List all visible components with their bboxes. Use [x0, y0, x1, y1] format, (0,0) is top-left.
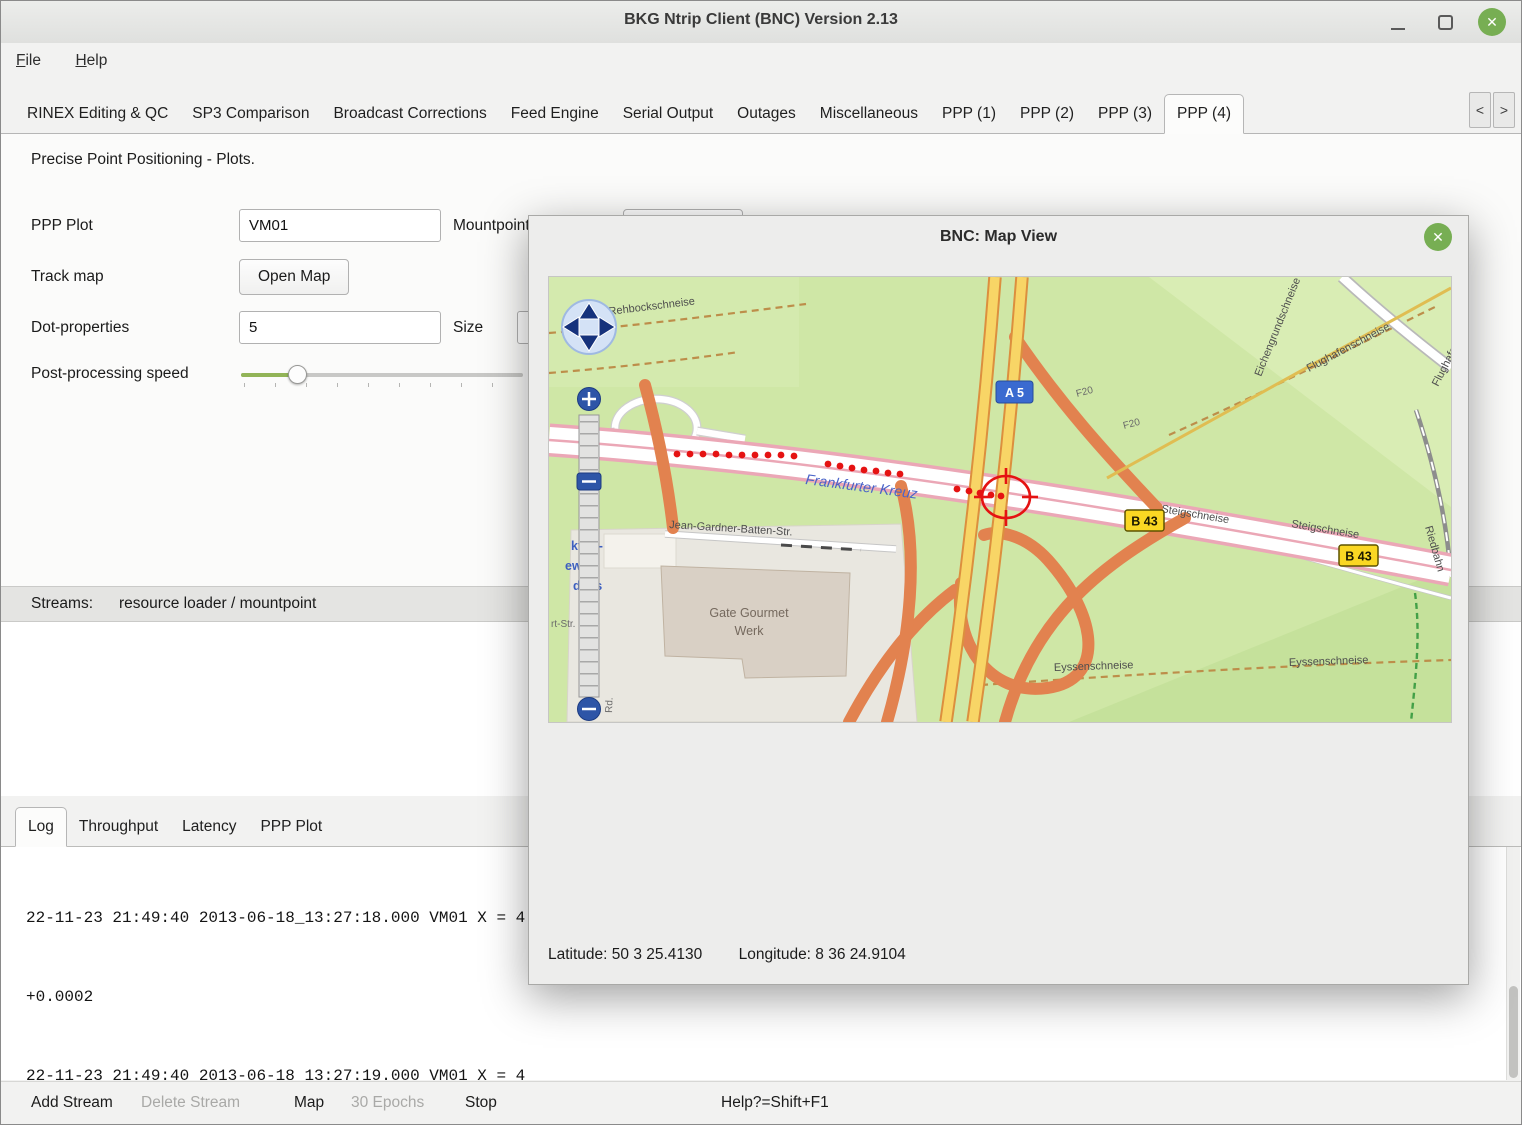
close-button[interactable]: ✕ — [1478, 8, 1506, 36]
open-map-button[interactable]: Open Map — [239, 259, 349, 295]
tab-ppp-1[interactable]: PPP (1) — [930, 95, 1008, 133]
tab-sp3-comparison[interactable]: SP3 Comparison — [180, 95, 321, 133]
tab-ppp-2[interactable]: PPP (2) — [1008, 95, 1086, 133]
stop-button[interactable]: Stop — [465, 1094, 497, 1112]
map-canvas[interactable]: Frankfurter Kreuz Jean-Gardner-Batten-St… — [548, 276, 1452, 723]
svg-text:A 5: A 5 — [1005, 386, 1024, 400]
longitude-readout: Longitude: 8 36 24.9104 — [739, 946, 906, 963]
titlebar: BKG Ntrip Client (BNC) Version 2.13 ✕ — [1, 1, 1521, 44]
tab-outages[interactable]: Outages — [725, 95, 808, 133]
badge-b43-2: B 43 — [1339, 545, 1378, 566]
tab-serial-output[interactable]: Serial Output — [611, 95, 725, 133]
window-title: BKG Ntrip Client (BNC) Version 2.13 — [1, 11, 1521, 29]
dialog-close-icon: ✕ — [1432, 229, 1444, 245]
bottom-toolbar: Add Stream Delete Stream Map 30 Epochs S… — [1, 1081, 1521, 1125]
ppp-plot-label: PPP Plot — [31, 217, 93, 235]
dot-properties-label: Dot-properties — [31, 319, 129, 337]
size-label: Size — [453, 319, 483, 337]
zoom-out-button[interactable] — [578, 698, 601, 721]
tab-latency[interactable]: Latency — [170, 808, 248, 846]
tab-ppp-plot[interactable]: PPP Plot — [248, 808, 334, 846]
menu-help[interactable]: Help — [60, 43, 122, 79]
main-tabbar: RINEX Editing & QC SP3 Comparison Broadc… — [1, 87, 1521, 134]
bnc-window: BKG Ntrip Client (BNC) Version 2.13 ✕ Fi… — [0, 0, 1522, 1125]
zoom-in-button[interactable] — [578, 388, 601, 411]
label-gate-gourmet-2: Werk — [735, 624, 765, 638]
log-scrollbar[interactable] — [1506, 847, 1520, 1080]
log-scrollbar-thumb[interactable] — [1509, 986, 1518, 1078]
latitude-readout: Latitude: 50 3 25.4130 — [548, 946, 702, 963]
label-gate-gourmet: Gate Gourmet — [709, 606, 789, 620]
map-status: Latitude: 50 3 25.4130 Longitude: 8 36 2… — [548, 946, 906, 964]
maximize-icon[interactable] — [1438, 15, 1453, 30]
tab-miscellaneous[interactable]: Miscellaneous — [808, 95, 930, 133]
tab-broadcast-corrections[interactable]: Broadcast Corrections — [321, 95, 498, 133]
dot-properties-input[interactable] — [239, 311, 441, 344]
streams-sublabel: resource loader / mountpoint — [119, 595, 316, 613]
menu-file[interactable]: File — [1, 43, 56, 79]
tab-ppp-3[interactable]: PPP (3) — [1086, 95, 1164, 133]
log-line: +0.0002 — [26, 984, 1521, 1010]
svg-text:B 43: B 43 — [1131, 515, 1157, 529]
panel-heading: Precise Point Positioning - Plots. — [31, 151, 255, 169]
log-line: 22-11-23 21:49:40 2013-06-18_13:27:19.00… — [26, 1063, 1521, 1080]
map-button[interactable]: Map — [294, 1094, 324, 1112]
label-rd: Rd. — [604, 697, 616, 713]
tab-scroll-right-button[interactable]: > — [1493, 92, 1515, 128]
badge-b43-1: B 43 — [1125, 510, 1164, 531]
dialog-title: BNC: Map View — [529, 228, 1468, 246]
map-view-dialog: BNC: Map View ✕ — [528, 215, 1469, 985]
tab-rinex-editing-qc[interactable]: RINEX Editing & QC — [15, 95, 180, 133]
post-processing-speed-label: Post-processing speed — [31, 365, 189, 383]
dialog-close-button[interactable]: ✕ — [1424, 223, 1452, 251]
mountpoint-label: Mountpoint — [453, 217, 530, 235]
speed-slider-handle[interactable] — [288, 365, 307, 384]
svg-text:B 43: B 43 — [1345, 550, 1371, 564]
streams-label: Streams: — [31, 595, 93, 613]
map-svg[interactable]: Frankfurter Kreuz Jean-Gardner-Batten-St… — [549, 277, 1451, 722]
track-map-label: Track map — [31, 268, 104, 286]
tab-scroll-buttons: < > — [1469, 92, 1515, 128]
badge-a5: A 5 — [996, 381, 1033, 403]
menubar: File Help — [1, 43, 1521, 81]
delete-stream-button: Delete Stream — [141, 1094, 240, 1112]
add-stream-button[interactable]: Add Stream — [31, 1094, 113, 1112]
tab-ppp-4[interactable]: PPP (4) — [1164, 94, 1244, 134]
tab-feed-engine[interactable]: Feed Engine — [499, 95, 611, 133]
ppp-plot-input[interactable] — [239, 209, 441, 242]
label-rt-str: rt-Str. — [551, 619, 575, 630]
help-hint: Help?=Shift+F1 — [721, 1094, 829, 1112]
tab-scroll-left-button[interactable]: < — [1469, 92, 1491, 128]
tab-log[interactable]: Log — [15, 807, 67, 847]
tab-throughput[interactable]: Throughput — [67, 808, 170, 846]
close-icon: ✕ — [1486, 14, 1498, 30]
epochs-button: 30 Epochs — [351, 1094, 424, 1112]
zoom-slider-handle[interactable] — [577, 473, 601, 490]
parking-area — [604, 534, 676, 568]
minimize-icon[interactable] — [1391, 28, 1405, 30]
slider-ticks — [244, 383, 522, 387]
post-processing-speed-slider[interactable] — [241, 363, 523, 387]
